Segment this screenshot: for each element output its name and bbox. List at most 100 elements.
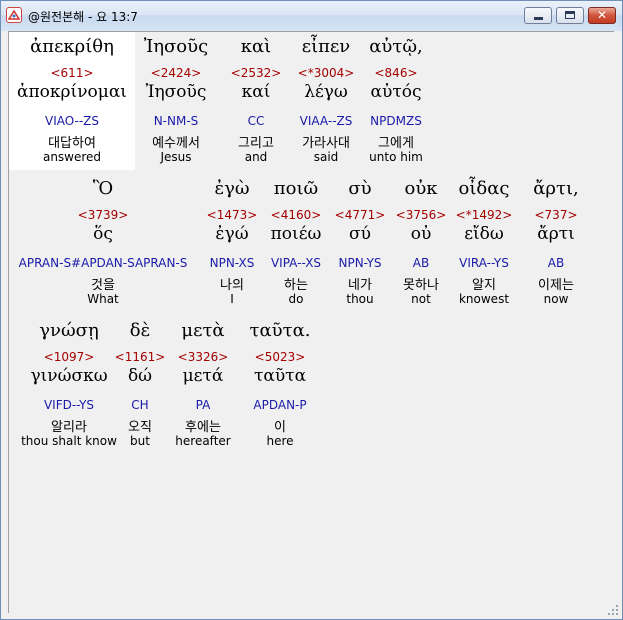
word-korean: 알리라 [51,420,87,435]
word-greek: Ἰησοῦς [143,36,209,57]
word-english: What [87,292,119,306]
word-greek: αὐτῷ, [369,36,423,57]
word-english: do [288,292,304,306]
interlinear-window: @원전본해 - 요 13:7 ✕ ἀπεκρίθη <611> ἀποκρίνομα… [0,0,623,620]
word-lemma: λέγω [304,82,348,102]
word-greek: μετὰ [181,320,225,341]
word-strong: <*1492> [455,208,513,222]
word-strong: <4160> [270,208,322,222]
word-english: Jesus [160,150,192,164]
word-korean: 그리고 [238,136,274,151]
word-lemma: ὅς [93,224,113,244]
word-morph: VIPA--XS [270,256,322,270]
word-english: unto him [369,150,423,164]
word-lemma: εἴδω [464,224,504,244]
word-lemma: οὐ [410,224,432,244]
word-english: said [313,150,339,164]
word-english: answered [42,150,102,164]
close-icon: ✕ [596,8,608,22]
word-korean: 그에게 [378,136,414,151]
word-lemma: δώ [127,366,153,386]
maximize-button[interactable] [556,7,584,24]
word-korean: 네가 [348,278,372,293]
word-korean: 것을 [91,278,115,293]
word-lemma: καί [241,82,271,102]
word-greek: ἀπεκρίθη [30,36,114,57]
word-morph: AB [412,256,430,270]
word-greek: ἐγὼ [214,178,250,199]
word-greek: δὲ [129,320,151,341]
word-morph: NPN-YS [338,256,382,270]
word-greek: οἶδας [458,178,510,199]
word-greek: εἶπεν [301,36,351,57]
word-korean: 이제는 [538,278,574,293]
window-title: @원전본해 - 요 13:7 [28,10,138,24]
word-strong: <3756> [395,208,447,222]
word-morph: CH [131,398,149,412]
word-korean: 나의 [220,278,244,293]
maximize-icon [565,11,575,19]
word-strong: <1097> [43,350,95,364]
word-lemma: ποιέω [270,224,322,244]
word-lemma: σύ [349,224,371,244]
word-morph: APDAN-P [253,398,307,412]
word-strong: <4771> [334,208,386,222]
word-greek: ταῦτα. [249,320,311,341]
word-morph: NPDMZS [370,114,422,128]
word-morph: VIFD--YS [43,398,95,412]
word-english: thou [346,292,374,306]
word-english: thou shalt know [21,434,117,448]
word-lemma: μετά [182,366,224,386]
word-strong: <3739> [77,208,129,222]
word-morph: VIAA--ZS [299,114,353,128]
word-lemma: Ἰησοῦς [145,82,207,102]
word-greek: οὐκ [404,178,438,199]
word-strong: <1473> [206,208,258,222]
word-english: but [130,434,150,448]
word-lemma: αὐτός [370,82,422,102]
word-morph: CC [247,114,265,128]
word-korean: 알지 [472,278,496,293]
word-morph: N-NM-S [153,114,199,128]
word-strong: <3326> [177,350,229,364]
word-greek: σὺ [348,178,372,199]
app-icon[interactable] [6,7,22,23]
word-strong: <846> [374,66,418,80]
resize-grip-icon[interactable] [607,604,619,616]
word-strong: <*3004> [297,66,355,80]
word-english: here [266,434,294,448]
word-strong: <2532> [230,66,282,80]
word-greek: ἄρτι, [533,178,579,199]
word-english: hereafter [175,434,231,448]
word-korean: 오직 [128,420,152,435]
word-strong: <2424> [150,66,202,80]
interlinear-panel: ἀπεκρίθη <611> ἀποκρίνομαι VIAO--ZS 대답하여 answ… [8,31,614,613]
word-strong: <611> [50,66,94,80]
word-greek: καὶ [240,36,272,57]
word-lemma: ἐγώ [215,224,249,244]
word-morph: VIAO--ZS [44,114,100,128]
word-morph: NPN-XS [209,256,255,270]
word-korean: 후에는 [185,420,221,435]
minimize-button[interactable] [524,7,552,24]
word-korean: 하는 [284,278,308,293]
word-lemma: γινώσκω [30,366,108,386]
title-bar[interactable]: @원전본해 - 요 13:7 ✕ [1,1,622,31]
word-strong: <5023> [254,350,306,364]
word-morph: AB [547,256,565,270]
word-english: not [411,292,431,306]
word-lemma: ἄρτι [537,224,575,244]
word-english: now [543,292,569,306]
word-english: and [244,150,268,164]
word-english: I [230,292,234,306]
word-morph: APRAN-S#APDAN-SAPRAN-S [18,256,188,270]
word-strong: <1161> [114,350,166,364]
word-korean: 이 [274,420,286,435]
word-greek: γνώσῃ [39,320,99,341]
word-lemma: ταῦτα [253,366,307,386]
word-greek: Ὃ [92,178,114,199]
word-korean: 가라사대 [302,136,350,151]
close-button[interactable]: ✕ [588,7,616,24]
word-korean: 못하나 [403,278,439,293]
word-strong: <737> [534,208,578,222]
